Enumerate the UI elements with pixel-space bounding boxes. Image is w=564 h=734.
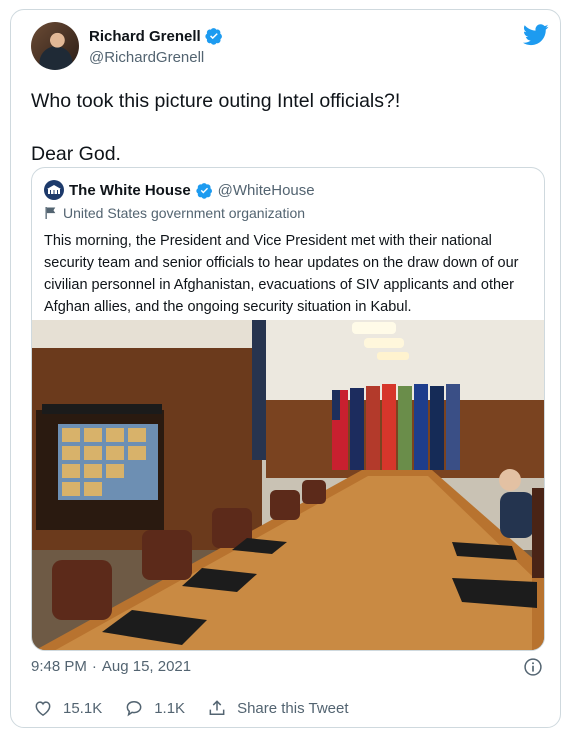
author-display-name[interactable]: Richard Grenell — [89, 28, 201, 45]
tweet-text: Who took this picture outing Intel offic… — [31, 88, 541, 168]
government-label-text: United States government organization — [63, 205, 306, 221]
quoted-display-name[interactable]: The White House — [69, 182, 191, 199]
author-avatar[interactable] — [31, 22, 79, 70]
share-label: Share this Tweet — [237, 699, 349, 717]
timestamp-separator: · — [91, 658, 97, 675]
quoted-tweet[interactable]: The White House @WhiteHouse United State… — [31, 167, 545, 651]
like-count: 15.1K — [63, 699, 103, 717]
white-house-avatar[interactable] — [44, 180, 64, 200]
action-bar: 15.1K 1.1K Share this Tweet — [33, 698, 371, 718]
flag-icon — [45, 207, 56, 219]
verified-badge-icon — [205, 28, 222, 45]
share-icon — [209, 700, 225, 715]
tweet-card: Richard Grenell @RichardGrenell Who took… — [10, 9, 561, 728]
reply-count: 1.1K — [154, 699, 186, 717]
share-button[interactable]: Share this Tweet — [207, 698, 349, 718]
tweet-timestamp[interactable]: 9:48 PM · Aug 15, 2021 — [31, 658, 191, 675]
twitter-bird-icon[interactable] — [523, 24, 549, 46]
tweet-date: Aug 15, 2021 — [101, 658, 192, 675]
like-button[interactable]: 15.1K — [33, 698, 102, 718]
verified-badge-icon — [196, 182, 212, 199]
reply-button[interactable]: 1.1K — [124, 698, 185, 718]
heart-icon — [35, 701, 51, 716]
quoted-tweet-header: The White House @WhiteHouse — [44, 180, 315, 200]
white-house-icon — [47, 185, 61, 194]
quoted-tweet-text: This morning, the President and Vice Pre… — [44, 233, 519, 315]
tweet-time: 9:48 PM — [31, 658, 87, 675]
tweet-text-line: Dear God. — [31, 143, 121, 165]
tweet-text-line: Who took this picture outing Intel offic… — [31, 90, 401, 112]
quoted-handle[interactable]: @WhiteHouse — [218, 182, 315, 199]
conference-room-photo[interactable] — [32, 320, 544, 650]
reply-icon — [126, 700, 142, 717]
info-icon[interactable] — [523, 657, 543, 677]
government-label[interactable]: United States government organization — [44, 205, 305, 221]
author-handle[interactable]: @RichardGrenell — [89, 49, 204, 66]
author-name-row: Richard Grenell — [89, 27, 223, 45]
flags — [332, 384, 460, 470]
